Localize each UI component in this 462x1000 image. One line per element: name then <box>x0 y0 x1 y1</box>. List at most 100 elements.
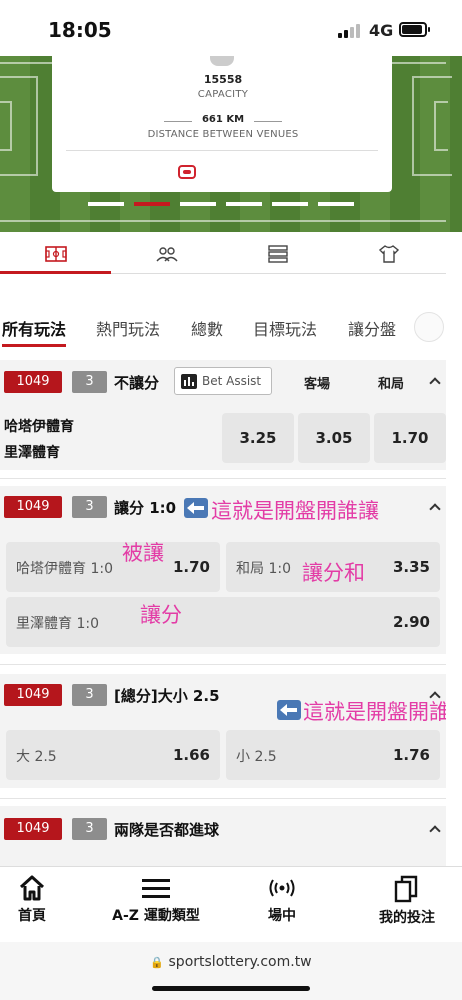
market-tabs: 所有玩法 熱門玩法 總數 目標玩法 讓分盤 <box>0 310 462 350</box>
tab-popular[interactable]: 熱門玩法 <box>96 316 160 340</box>
market-title: 讓分 1:0 <box>114 499 177 517</box>
odds-value: 1.70 <box>172 558 210 576</box>
odds-value: 3.35 <box>392 558 430 576</box>
nav-label: 首頁 <box>18 908 46 924</box>
odds-value: 3.25 <box>239 429 277 447</box>
annotation-handicap: 這就是開盤開誰讓 <box>211 499 379 523</box>
odds-button-handicap-home[interactable]: 哈塔伊體育 1:0 1.70 <box>6 542 220 592</box>
home-team: 哈塔伊體育 <box>4 419 74 435</box>
tab-goal-markets[interactable]: 目標玩法 <box>253 316 317 340</box>
status-bar: 18:05 4G <box>0 0 462 56</box>
nav-home[interactable]: 首頁 <box>0 875 64 925</box>
tab-handicap[interactable]: 讓分盤 <box>348 316 396 340</box>
scroll-edge <box>446 232 462 866</box>
carousel-dot-active[interactable] <box>134 202 170 206</box>
left-arrow-icon <box>184 498 208 518</box>
column-draw: 和局 <box>378 377 405 392</box>
annotation-give: 讓分 <box>140 603 182 627</box>
market-title: [總分]大小 2.5 <box>114 687 220 705</box>
tab-standings[interactable] <box>222 236 333 272</box>
chevron-up-icon[interactable] <box>429 503 441 515</box>
nav-label: 場中 <box>268 908 296 924</box>
pitch-icon <box>44 246 67 262</box>
nav-my-bets[interactable]: 我的投注 <box>368 875 446 927</box>
browser-address-bar[interactable]: 🔒 sportslottery.com.tw <box>0 942 462 1000</box>
odds-button-draw[interactable]: 1.70 <box>374 413 446 463</box>
signal-icon <box>338 24 364 38</box>
capacity-value: 15558 <box>203 73 243 86</box>
bottom-navigation: 首頁 A-Z 運動類型 場中 我的投注 <box>0 866 462 942</box>
distance-label: DISTANCE BETWEEN VENUES <box>147 129 299 140</box>
bet-assist-label: Bet Assist <box>202 374 262 388</box>
match-id-badge: 1049 <box>4 684 62 706</box>
tab-totals[interactable]: 總數 <box>191 316 223 340</box>
odds-label: 哈塔伊體育 1:0 <box>16 561 113 577</box>
tab-pitch[interactable] <box>0 236 111 274</box>
menu-icon <box>142 879 170 898</box>
left-arrow-icon <box>277 700 301 720</box>
odds-button-away[interactable]: 3.05 <box>298 413 370 463</box>
odds-button-home[interactable]: 3.25 <box>222 413 294 463</box>
odds-button-under[interactable]: 小 2.5 1.76 <box>226 730 440 780</box>
bar-chart-icon <box>181 374 197 389</box>
market-header-btts[interactable]: 1049 3 兩隊是否都進球 <box>0 808 462 848</box>
odds-button-handicap-away[interactable]: 里澤體育 1:0 2.90 <box>6 597 440 647</box>
tab-jersey[interactable] <box>333 236 444 272</box>
nav-label: 我的投注 <box>379 910 435 926</box>
odds-label: 小 2.5 <box>236 749 277 765</box>
carousel-dot[interactable] <box>272 202 308 206</box>
annotation-receive: 被讓 <box>122 541 164 565</box>
nav-live[interactable]: 場中 <box>258 875 306 925</box>
bet-assist-button[interactable]: Bet Assist <box>174 367 272 395</box>
odds-value: 3.05 <box>315 429 353 447</box>
match-id-badge: 1049 <box>4 818 62 840</box>
carousel-dot[interactable] <box>318 202 354 206</box>
bets-icon <box>394 875 418 903</box>
tab-scroll-indicator[interactable] <box>414 312 444 342</box>
carousel-dot[interactable] <box>180 202 216 206</box>
players-icon <box>155 247 178 262</box>
distance-value: 661 KM <box>201 114 245 125</box>
capacity-label: CAPACITY <box>197 89 249 100</box>
info-tabs <box>0 236 446 274</box>
url-bar[interactable]: 🔒 sportslottery.com.tw <box>0 954 462 970</box>
odds-label: 大 2.5 <box>16 749 57 765</box>
chevron-up-icon[interactable] <box>429 825 441 837</box>
status-time: 18:05 <box>48 18 112 42</box>
tab-players[interactable] <box>111 236 222 272</box>
market-count-badge: 3 <box>72 371 107 393</box>
odds-label: 和局 1:0 <box>236 561 291 577</box>
market-count-badge: 3 <box>72 684 107 706</box>
annotation-draw: 讓分和 <box>302 561 365 585</box>
market-header-no-handicap[interactable]: 1049 3 不讓分 Bet Assist 客場 和局 <box>0 362 462 402</box>
distance-wrap: 661 KM <box>160 114 286 128</box>
home-icon <box>19 875 45 901</box>
market-title: 不讓分 <box>114 374 160 392</box>
market-count-badge: 3 <box>72 818 107 840</box>
card-divider <box>66 150 378 151</box>
odds-button-over[interactable]: 大 2.5 1.66 <box>6 730 220 780</box>
market-count-badge: 3 <box>72 496 107 518</box>
divider <box>0 664 446 665</box>
nav-label: A-Z 運動類型 <box>112 908 200 924</box>
network-type: 4G <box>369 21 394 40</box>
column-away: 客場 <box>304 377 331 392</box>
carousel-dot[interactable] <box>88 202 124 206</box>
annotation-total: 這就是開盤開誰 <box>303 700 450 724</box>
home-indicator[interactable] <box>152 986 310 991</box>
stadium-icon <box>210 56 234 66</box>
live-icon <box>269 879 295 897</box>
battery-icon <box>399 22 430 37</box>
odds-value: 1.76 <box>392 746 430 764</box>
screen: { "status_bar": { "time": "18:05", "netw… <box>0 0 462 1000</box>
chevron-up-icon[interactable] <box>429 377 441 389</box>
tab-all-markets[interactable]: 所有玩法 <box>2 316 67 347</box>
standings-icon <box>267 245 288 263</box>
odds-label: 里澤體育 1:0 <box>16 616 99 632</box>
odds-value: 2.90 <box>392 613 430 631</box>
nav-az-sports[interactable]: A-Z 運動類型 <box>98 875 214 925</box>
ticket-icon <box>178 165 196 179</box>
odds-value: 1.70 <box>391 429 429 447</box>
market-title: 兩隊是否都進球 <box>114 821 220 839</box>
carousel-dot[interactable] <box>226 202 262 206</box>
